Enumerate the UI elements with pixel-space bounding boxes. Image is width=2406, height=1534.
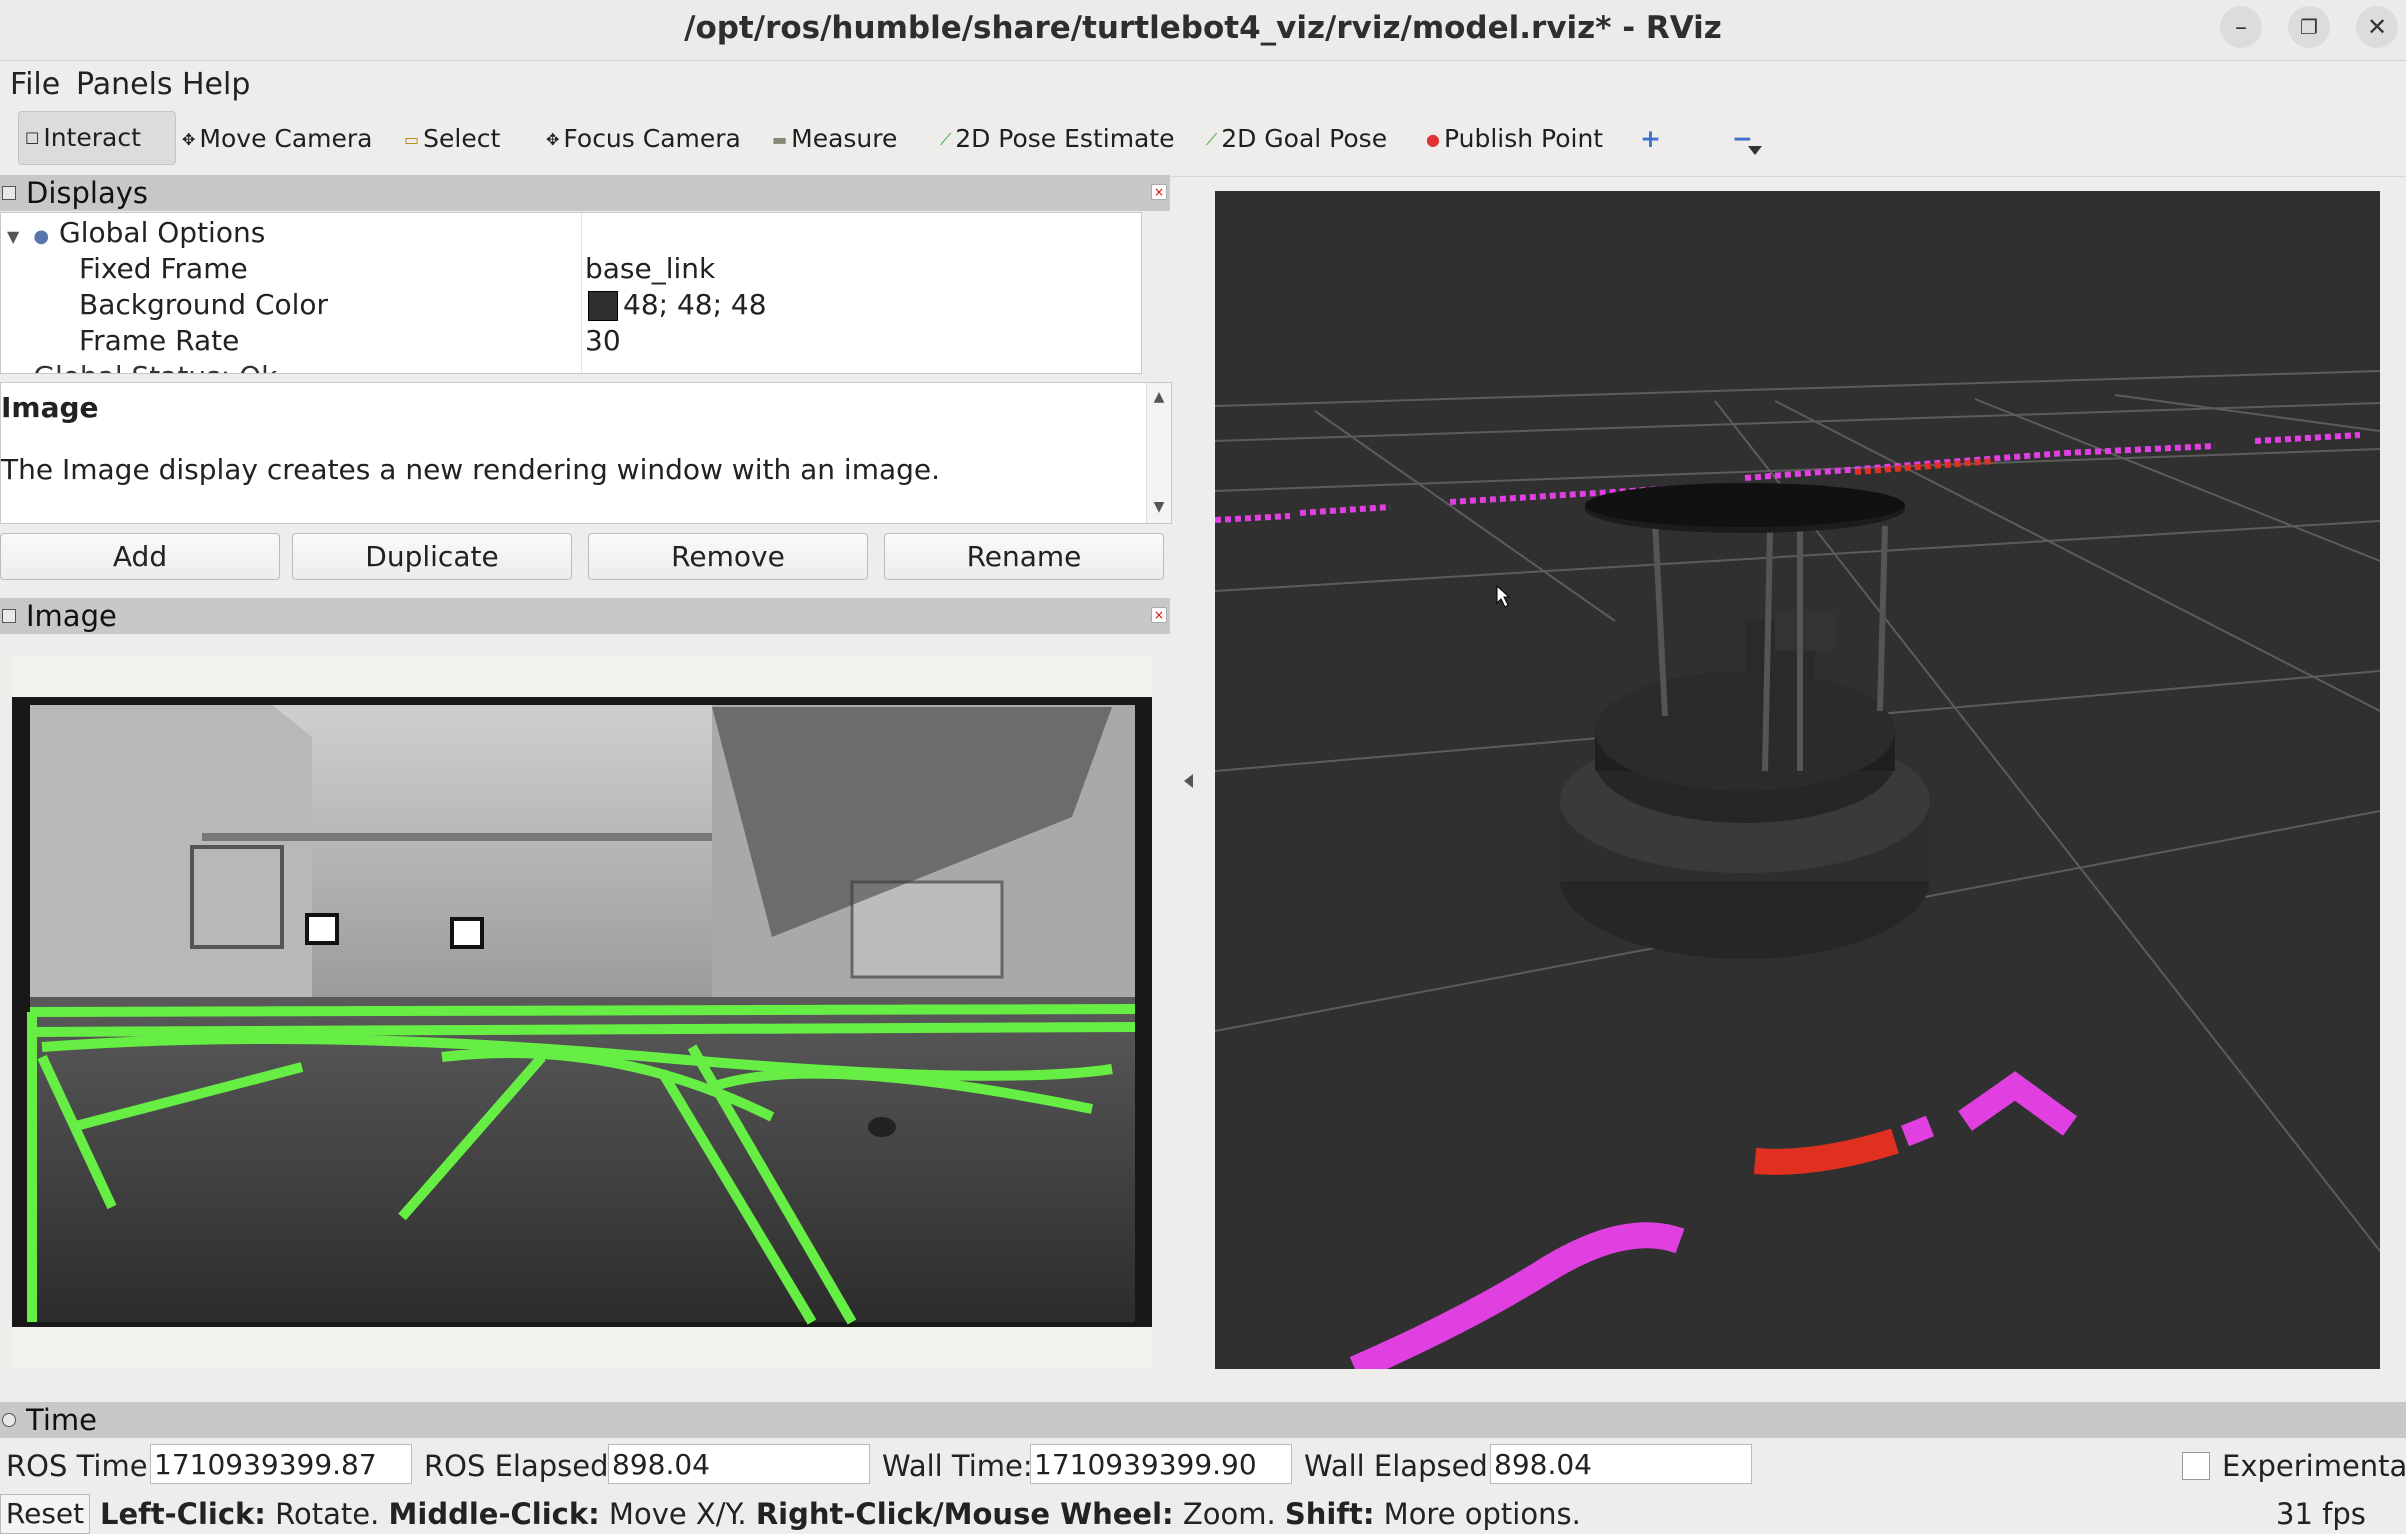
select-icon: ▭ bbox=[404, 130, 420, 149]
fps-readout: 31 fps bbox=[2276, 1497, 2366, 1531]
tool-move-camera[interactable]: ✥ Move Camera bbox=[182, 118, 373, 160]
status-hint: Left-Click: Rotate. Middle-Click: Move X… bbox=[100, 1494, 1581, 1534]
hint-key: Middle-Click: bbox=[388, 1497, 600, 1531]
global-options-label: Global Options bbox=[59, 216, 266, 249]
menu-help[interactable]: Help bbox=[182, 68, 250, 102]
tool-focus-camera-label: Focus Camera bbox=[563, 124, 741, 153]
scroll-down-icon[interactable]: ▼ bbox=[1147, 497, 1171, 517]
displays-close-icon[interactable]: × bbox=[1151, 184, 1167, 200]
tree-row-global-options[interactable]: ▼ ● Global Options bbox=[7, 215, 265, 251]
expand-arrow-icon[interactable]: ▼ bbox=[7, 227, 19, 246]
tool-publish-point[interactable]: ● Publish Point bbox=[1426, 118, 1603, 160]
tool-measure-label: Measure bbox=[791, 124, 898, 153]
ros-time-label: ROS Time: bbox=[6, 1449, 158, 1483]
property-name: Fixed Frame bbox=[79, 252, 248, 285]
hint-text: Rotate. bbox=[265, 1497, 389, 1531]
rename-button[interactable]: Rename bbox=[884, 533, 1164, 580]
ros-elapsed-label: ROS Elapsed: bbox=[424, 1449, 619, 1483]
add-button[interactable]: Add bbox=[0, 533, 280, 580]
image-panel-title: Image bbox=[26, 599, 117, 633]
experimental-label: Experimental bbox=[2222, 1449, 2406, 1483]
hint-key: Left-Click: bbox=[100, 1497, 266, 1531]
focus-icon: ✥ bbox=[546, 130, 560, 149]
tool-focus-camera[interactable]: ✥ Focus Camera bbox=[546, 118, 741, 160]
description-title: Image bbox=[1, 391, 99, 424]
move-icon: ✥ bbox=[182, 130, 196, 149]
menu-file[interactable]: File bbox=[10, 68, 60, 102]
tool-2d-pose-estimate[interactable]: ⟋ 2D Pose Estimate bbox=[940, 118, 1175, 160]
experimental-checkbox[interactable] bbox=[2182, 1452, 2210, 1480]
hint-text: Move X/Y. bbox=[599, 1497, 756, 1531]
add-tool-button[interactable]: + bbox=[1640, 118, 1661, 160]
menu-panels[interactable]: Panels bbox=[76, 68, 173, 102]
column-divider bbox=[581, 213, 582, 373]
tree-scrollbar[interactable]: ▲ ▼ bbox=[1141, 213, 1142, 373]
scene-3d-drawing bbox=[1215, 191, 2380, 1369]
camera-image-drawing bbox=[12, 697, 1152, 1327]
scroll-up-icon[interactable]: ▲ bbox=[1147, 387, 1171, 407]
time-panel-title: Time bbox=[26, 1403, 97, 1437]
time-panel-header: Time bbox=[0, 1402, 2406, 1438]
reset-button[interactable]: Reset bbox=[0, 1494, 90, 1534]
displays-tree: ▼ ● Global Options Fixed Frame base_link B… bbox=[0, 212, 1142, 374]
tool-select-label: Select bbox=[423, 124, 501, 153]
description-panel: Image The Image display creates a new re… bbox=[0, 382, 1172, 524]
hint-key: Right-Click/Mouse Wheel: bbox=[755, 1497, 1174, 1531]
wall-elapsed-field[interactable]: 898.04 bbox=[1490, 1444, 1752, 1484]
image-panel-close-icon[interactable]: × bbox=[1151, 607, 1167, 623]
panel-icon bbox=[2, 609, 16, 623]
render-3d-view[interactable] bbox=[1215, 191, 2380, 1369]
tool-move-camera-label: Move Camera bbox=[199, 124, 373, 153]
background-color-value[interactable]: 48; 48; 48 bbox=[623, 287, 767, 323]
minimize-button[interactable]: – bbox=[2220, 6, 2262, 48]
window-title: /opt/ros/humble/share/turtlebot4_viz/rvi… bbox=[684, 10, 1722, 46]
hint-text: Zoom. bbox=[1173, 1497, 1285, 1531]
maximize-button[interactable]: ❐ bbox=[2288, 6, 2330, 48]
tool-pose-estimate-label: 2D Pose Estimate bbox=[955, 124, 1175, 153]
remove-button[interactable]: Remove bbox=[588, 533, 868, 580]
wall-elapsed-label: Wall Elapsed: bbox=[1304, 1449, 1498, 1483]
wall-time-field[interactable]: 1710939399.90 bbox=[1030, 1444, 1292, 1484]
ros-time-field[interactable]: 1710939399.87 bbox=[150, 1444, 412, 1484]
globe-icon: ● bbox=[33, 226, 50, 247]
hand-icon: ☐ bbox=[25, 129, 40, 148]
tool-interact-label: Interact bbox=[43, 123, 141, 152]
frame-rate-value[interactable]: 30 bbox=[585, 323, 621, 359]
description-scrollbar[interactable]: ▲ ▼ bbox=[1146, 383, 1171, 523]
tree-row-global-status[interactable]: ▼ Global Status: Ok bbox=[7, 359, 277, 373]
tool-interact[interactable]: ☐ Interact bbox=[18, 111, 176, 165]
camera-image bbox=[12, 697, 1152, 1327]
description-text: The Image display creates a new renderin… bbox=[1, 453, 941, 486]
tool-select[interactable]: ▭ Select bbox=[404, 118, 500, 160]
clock-icon bbox=[2, 1413, 16, 1427]
panel-icon bbox=[2, 186, 16, 200]
ros-elapsed-field[interactable]: 898.04 bbox=[608, 1444, 870, 1484]
tool-goal-pose-label: 2D Goal Pose bbox=[1221, 124, 1388, 153]
toolbar-dropdown-icon[interactable] bbox=[1748, 146, 1762, 155]
duplicate-button[interactable]: Duplicate bbox=[292, 533, 572, 580]
displays-panel-header: Displays bbox=[0, 175, 1170, 211]
tool-2d-goal-pose[interactable]: ⟋ 2D Goal Pose bbox=[1206, 118, 1387, 160]
menu-bar bbox=[0, 62, 2406, 106]
pose-arrow-icon: ⟋ bbox=[940, 130, 952, 149]
goal-arrow-icon: ⟋ bbox=[1206, 130, 1218, 149]
fixed-frame-value[interactable]: base_link bbox=[585, 251, 715, 287]
color-swatch[interactable] bbox=[588, 291, 618, 321]
image-panel-header: Image bbox=[0, 598, 1170, 634]
global-status-label: Global Status: Ok bbox=[33, 360, 277, 373]
collapse-left-icon[interactable] bbox=[1184, 774, 1193, 788]
hint-text: More options. bbox=[1374, 1497, 1581, 1531]
property-name: Background Color bbox=[79, 288, 329, 321]
tool-measure[interactable]: ▬ Measure bbox=[772, 118, 897, 160]
map-pin-icon: ● bbox=[1426, 130, 1440, 149]
displays-title: Displays bbox=[26, 176, 149, 210]
expand-arrow-icon[interactable]: ▼ bbox=[7, 371, 19, 373]
ruler-icon: ▬ bbox=[772, 130, 788, 149]
close-button[interactable]: ✕ bbox=[2356, 6, 2398, 48]
hint-key: Shift: bbox=[1284, 1497, 1375, 1531]
property-name: Frame Rate bbox=[79, 324, 240, 357]
tool-publish-point-label: Publish Point bbox=[1443, 124, 1604, 153]
wall-time-label: Wall Time: bbox=[882, 1449, 1033, 1483]
